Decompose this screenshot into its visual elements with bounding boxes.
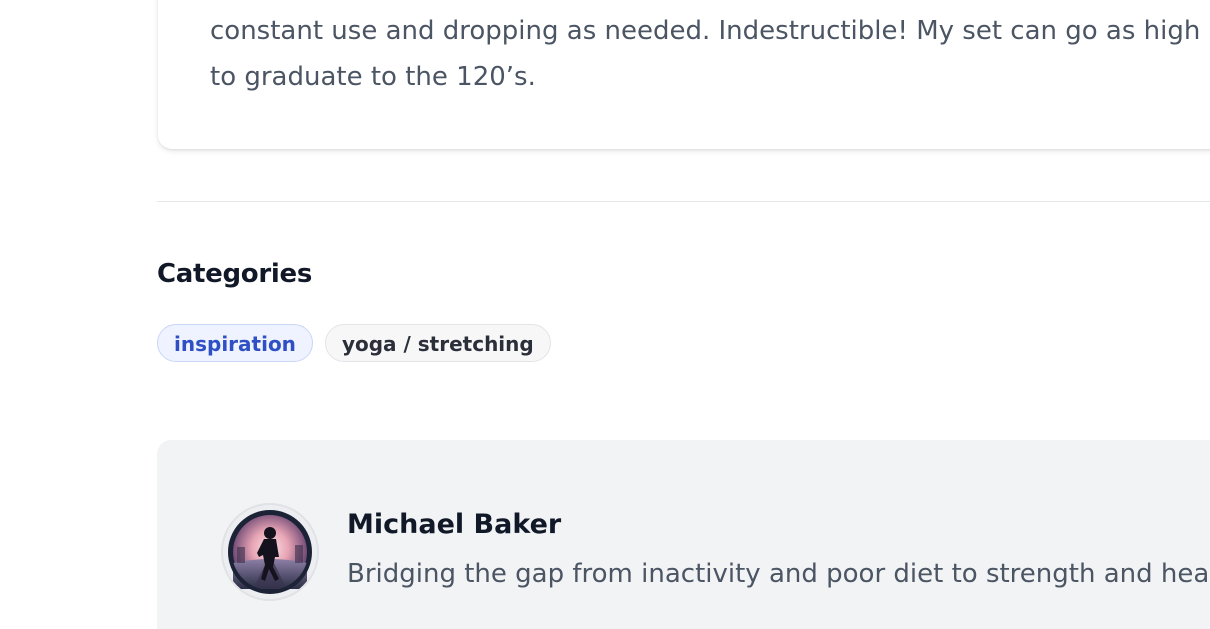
review-text-line-2: to graduate to the 120’s. <box>210 62 536 92</box>
categories-heading: Categories <box>157 259 313 289</box>
category-tags: inspiration yoga / stretching <box>157 324 551 362</box>
category-tag-yoga-stretching[interactable]: yoga / stretching <box>324 324 551 362</box>
review-text: constant use and dropping as needed. Ind… <box>210 8 1210 100</box>
author-avatar[interactable] <box>221 503 319 601</box>
runner-silhouette-icon <box>228 510 312 594</box>
section-divider <box>157 201 1210 202</box>
author-bio: Bridging the gap from inactivity and poo… <box>347 559 1210 589</box>
author-name[interactable]: Michael Baker <box>347 507 561 543</box>
page: constant use and dropping as needed. Ind… <box>0 0 1210 629</box>
category-tag-inspiration[interactable]: inspiration <box>157 324 313 362</box>
review-text-line-1: constant use and dropping as needed. Ind… <box>210 16 1201 46</box>
